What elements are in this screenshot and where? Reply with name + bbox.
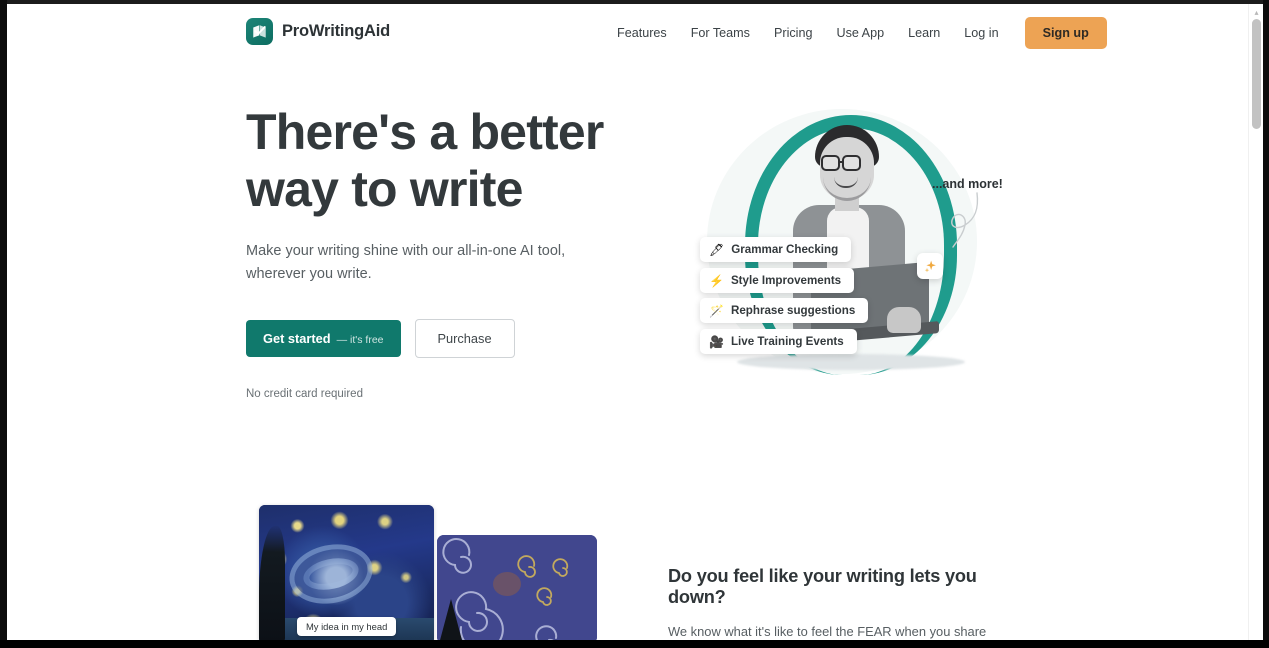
nav-features[interactable]: Features xyxy=(605,26,679,40)
primary-navigation: Features For Teams Pricing Use App Learn… xyxy=(605,4,1107,61)
page-scrollbar[interactable]: ▴ xyxy=(1248,4,1263,640)
fountain-pen-icon: 🖋 xyxy=(709,242,725,257)
get-started-label: Get started xyxy=(263,331,331,346)
hero-title: There's a better way to write xyxy=(246,104,604,217)
nav-learn[interactable]: Learn xyxy=(896,26,952,40)
window-left-edge xyxy=(0,0,7,648)
sparkles-icon xyxy=(917,253,943,279)
get-started-suffix: — it's free xyxy=(336,334,384,346)
lower-section-text: Do you feel like your writing lets you d… xyxy=(668,566,1013,640)
hero-cta-group: Get started — it's free Purchase xyxy=(246,319,626,358)
brand-name: ProWritingAid xyxy=(282,22,391,40)
starry-night-image: My idea in my head xyxy=(259,505,434,640)
nav-for-teams[interactable]: For Teams xyxy=(679,26,762,40)
scrollbar-thumb[interactable] xyxy=(1252,19,1261,129)
nav-log-in[interactable]: Log in xyxy=(952,26,1010,40)
lower-section-title: Do you feel like your writing lets you d… xyxy=(668,566,977,607)
lower-section-body: We know what it's like to feel the FEAR … xyxy=(668,624,987,639)
magic-wand-icon: 🪄 xyxy=(709,303,724,318)
hero-illustration: 🖋 Grammar Checking ⚡ Style Improvements … xyxy=(667,99,1027,399)
window-right-edge xyxy=(1263,0,1269,648)
feature-pill-style-improvements[interactable]: ⚡ Style Improvements xyxy=(700,268,855,293)
feature-pill-label: Style Improvements xyxy=(730,274,842,287)
hero-copy: There's a better way to write Make your … xyxy=(246,104,626,400)
window-bottom-edge xyxy=(0,640,1269,648)
site-header: ProWritingAid Features For Teams Pricing… xyxy=(7,4,1248,61)
get-started-button[interactable]: Get started — it's free xyxy=(246,320,401,357)
feature-pill-live-training-events[interactable]: 🎥 Live Training Events xyxy=(700,329,857,354)
lightning-bolt-icon: ⚡ xyxy=(709,273,724,288)
nav-pricing[interactable]: Pricing xyxy=(762,26,825,40)
sign-up-button[interactable]: Sign up xyxy=(1024,16,1107,49)
nav-use-app[interactable]: Use App xyxy=(824,26,896,40)
starry-night-caption: My idea in my head xyxy=(297,617,397,636)
page-viewport: ProWritingAid Features For Teams Pricing… xyxy=(7,4,1263,640)
feature-pill-label: Rephrase suggestions xyxy=(730,304,856,317)
feature-pill-label: Grammar Checking xyxy=(731,243,839,256)
purchase-button[interactable]: Purchase xyxy=(414,319,515,358)
hero-ground-shadow xyxy=(737,354,965,370)
feature-pill-label: Live Training Events xyxy=(730,335,844,348)
doodle-version-image xyxy=(437,535,597,640)
prowritingaid-book-check-icon xyxy=(246,18,273,45)
brand-logo[interactable]: ProWritingAid xyxy=(246,18,390,45)
feature-pill-rephrase-suggestions[interactable]: 🪄 Rephrase suggestions xyxy=(700,298,869,323)
and-more-annotation: ...and more! xyxy=(932,177,1003,191)
feature-pill-grammar-checking[interactable]: 🖋 Grammar Checking xyxy=(700,237,852,262)
browser-window: ProWritingAid Features For Teams Pricing… xyxy=(0,0,1269,648)
and-more-pointer-curl xyxy=(951,192,979,248)
movie-camera-icon: 🎥 xyxy=(709,334,724,349)
no-credit-card-note: No credit card required xyxy=(246,388,363,400)
scroll-up-arrow-icon[interactable]: ▴ xyxy=(1252,9,1261,17)
hero-subtitle: Make your writing shine with our all-in-… xyxy=(246,243,566,282)
